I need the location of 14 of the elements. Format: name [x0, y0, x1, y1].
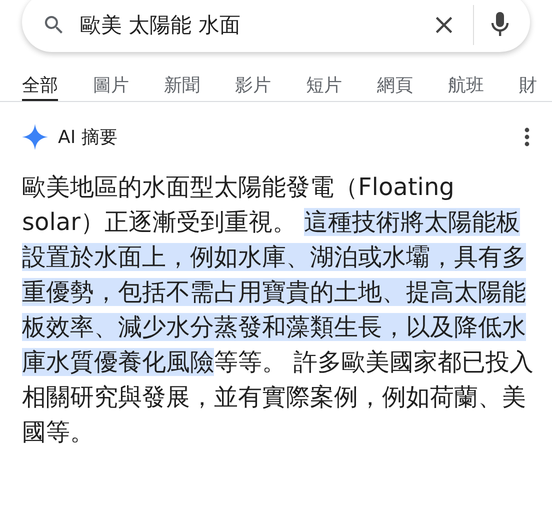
- sparkle-icon: [22, 124, 48, 150]
- tab[interactable]: 全部: [22, 70, 58, 101]
- tab[interactable]: 航班: [448, 70, 484, 101]
- microphone-icon[interactable]: [490, 11, 510, 39]
- more-options-icon[interactable]: [524, 127, 530, 147]
- tab[interactable]: 圖片: [93, 70, 129, 101]
- tab[interactable]: 財: [519, 70, 537, 101]
- tab[interactable]: 短片: [306, 70, 342, 101]
- search-query[interactable]: 歐美 太陽能 水面: [80, 11, 433, 39]
- tab[interactable]: 網頁: [377, 70, 413, 101]
- tab[interactable]: 影片: [235, 70, 271, 101]
- tab[interactable]: 新聞: [164, 70, 200, 101]
- close-icon[interactable]: [433, 14, 455, 36]
- ai-overview-title: AI 摘要: [58, 126, 118, 149]
